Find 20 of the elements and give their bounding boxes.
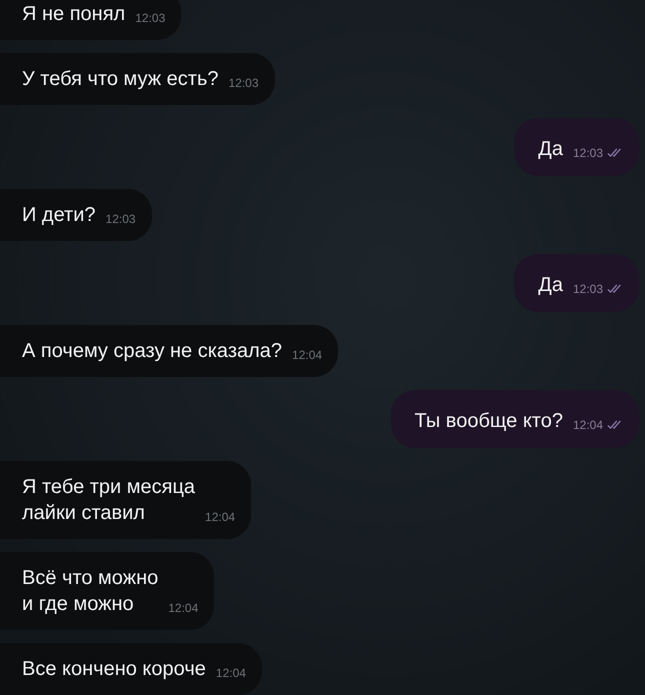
message-time: 12:04	[168, 600, 198, 617]
message-text: И дети?	[22, 203, 96, 228]
message-time: 12:03	[572, 281, 603, 298]
message-text: Да	[538, 137, 563, 162]
message-time: 12:04	[216, 665, 246, 682]
message-text: Я тебе три месяца лайки ставил	[22, 475, 196, 526]
message-text: Я не понял	[22, 2, 126, 27]
message-text: Ты вообще кто?	[414, 409, 563, 434]
message-text: А почему сразу не сказала?	[22, 339, 282, 364]
message-time: 12:03	[106, 211, 136, 228]
message-text: Все кончено короче	[22, 657, 206, 682]
message-time: 12:04	[572, 417, 603, 434]
message-time: 12:03	[572, 145, 603, 162]
message-time: 12:04	[292, 347, 322, 364]
message-text: У тебя что муж есть?	[22, 67, 218, 92]
message-text: Да	[538, 273, 563, 298]
message-time: 12:03	[135, 10, 166, 27]
message-time: 12:03	[228, 75, 259, 92]
message-text: Всё что можно и где можно	[22, 566, 158, 617]
message-time: 12:04	[205, 509, 236, 526]
